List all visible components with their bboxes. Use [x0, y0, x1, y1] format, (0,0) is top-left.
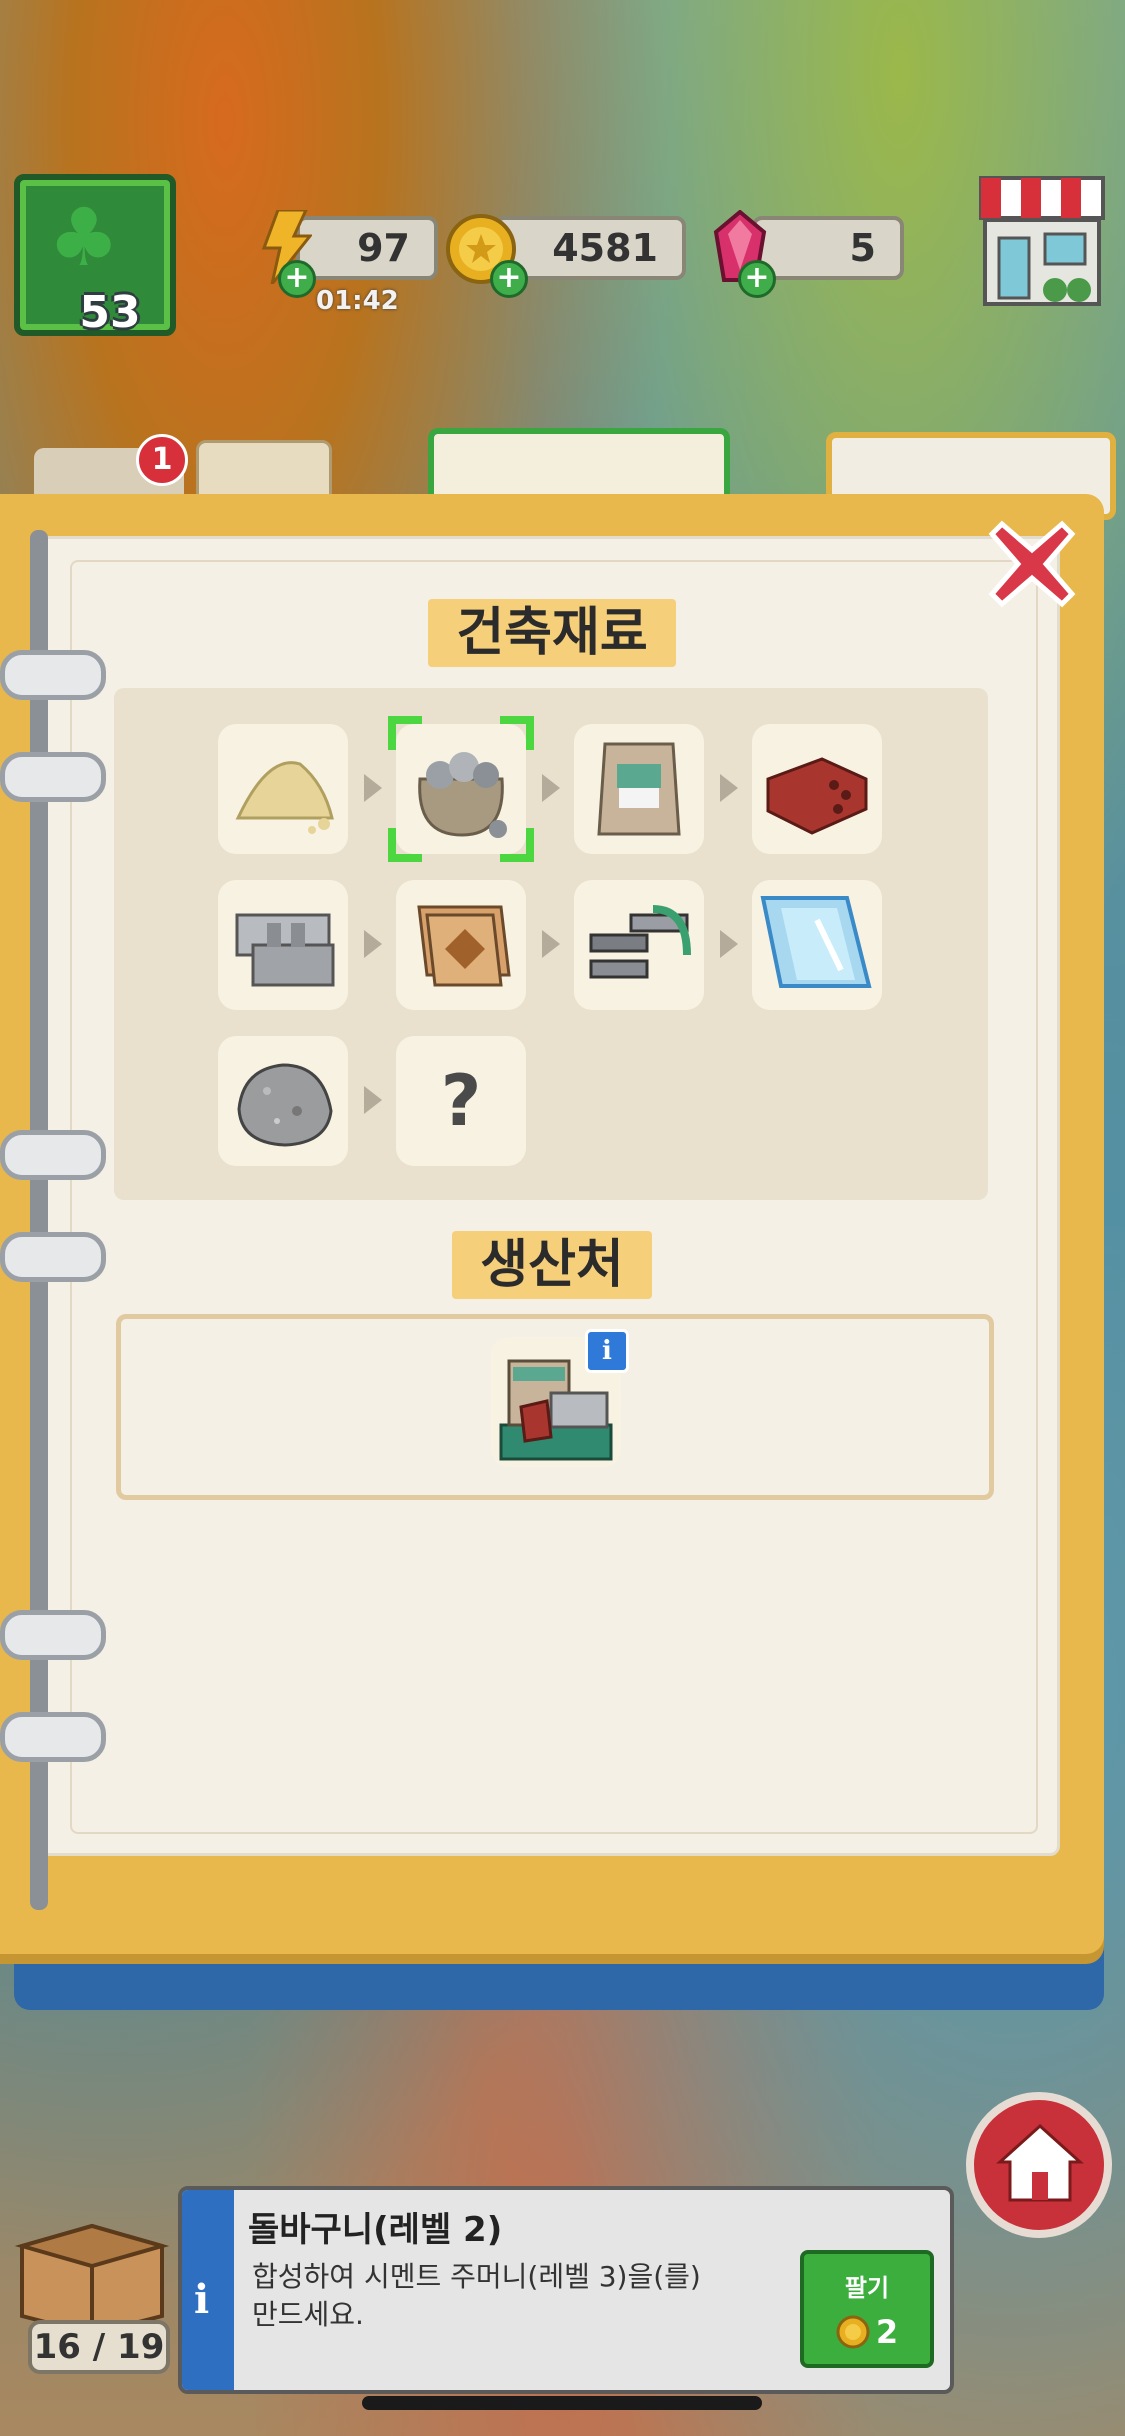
producer-item[interactable]: i — [491, 1329, 629, 1467]
chain-arrow — [364, 1086, 382, 1114]
producer-panel: i — [116, 1314, 994, 1500]
section-title-wrap: 건축재료 — [0, 590, 1104, 667]
coin-icon — [836, 2315, 870, 2349]
energy-timer: 01:42 — [316, 286, 399, 316]
gem-counter[interactable]: 5 + — [712, 210, 904, 298]
item-sand[interactable] — [218, 724, 348, 854]
item-title: 돌바구니(레벨 2) — [248, 2210, 503, 2250]
item-desc-line1: 합성하여 시멘트 주머니(레벨 3)을(를) — [252, 2260, 701, 2293]
chain-arrow — [542, 930, 560, 958]
item-unknown[interactable]: ? — [396, 1036, 526, 1166]
player-level: 53 — [79, 287, 141, 338]
energy-add-icon[interactable]: + — [278, 260, 316, 298]
shop-button[interactable] — [975, 172, 1109, 308]
section-title-producer: 생산처 — [452, 1231, 652, 1299]
energy-counter[interactable]: 97 + 01:42 — [256, 210, 438, 316]
player-level-badge[interactable]: ♣ 53 — [14, 174, 176, 338]
item-grid: ? — [114, 688, 988, 1200]
home-button[interactable] — [966, 2092, 1112, 2238]
gem-add-icon[interactable]: + — [738, 260, 776, 298]
energy-value: 97 — [296, 216, 438, 280]
item-rock[interactable] — [218, 1036, 348, 1166]
chain-arrow — [720, 930, 738, 958]
sell-price: 2 — [875, 2313, 899, 2351]
chain-arrow — [364, 930, 382, 958]
item-tile[interactable] — [396, 880, 526, 1010]
sell-label: 팔기 — [844, 2274, 890, 2302]
item-desc-line2: 만드세요. — [252, 2298, 364, 2331]
storage-count: 16 / 19 — [28, 2320, 170, 2374]
tile-icon — [417, 905, 511, 987]
chain-arrow — [720, 774, 738, 802]
home-indicator[interactable] — [362, 2396, 762, 2410]
sell-button[interactable]: 팔기 2 — [800, 2250, 934, 2368]
info-icon: i — [194, 2276, 210, 2323]
shop-icon — [979, 176, 1105, 306]
item-concrete-block[interactable] — [218, 880, 348, 1010]
sell-price-row: 2 — [804, 2313, 930, 2351]
selection-bracket-icon — [388, 716, 534, 862]
steel-beam-icon — [589, 905, 691, 979]
gem-value: 5 — [752, 216, 904, 280]
section-title-wrap-2: 생산처 — [0, 1222, 1104, 1299]
item-brick[interactable] — [752, 724, 882, 854]
home-icon — [996, 2123, 1084, 2202]
unknown-icon: ? — [440, 1060, 482, 1142]
chain-arrow — [364, 774, 382, 802]
item-cement-bag[interactable] — [574, 724, 704, 854]
cement-bag-icon — [597, 742, 681, 836]
info-icon[interactable]: i — [585, 1329, 629, 1373]
chain-arrow — [542, 774, 560, 802]
item-stone-bag-selected[interactable] — [388, 716, 534, 862]
item-glass-pane[interactable] — [752, 880, 882, 1010]
cardboard-box-icon — [14, 2223, 170, 2337]
coin-add-icon[interactable]: + — [490, 260, 528, 298]
concrete-block-icon — [235, 913, 335, 987]
notification-badge: 1 — [136, 434, 188, 486]
clover-icon: ♣ — [48, 191, 120, 284]
book-spine — [0, 530, 106, 1910]
section-title-materials: 건축재료 — [428, 599, 676, 667]
sand-icon — [235, 761, 334, 834]
item-description: 합성하여 시멘트 주머니(레벨 3)을(를) 만드세요. — [252, 2258, 701, 2334]
glass-pane-icon — [760, 896, 872, 988]
item-steel-beam[interactable] — [574, 880, 704, 1010]
coin-counter[interactable]: 4581 + — [444, 214, 686, 298]
brick-icon — [766, 757, 868, 835]
rock-icon — [237, 1063, 333, 1147]
